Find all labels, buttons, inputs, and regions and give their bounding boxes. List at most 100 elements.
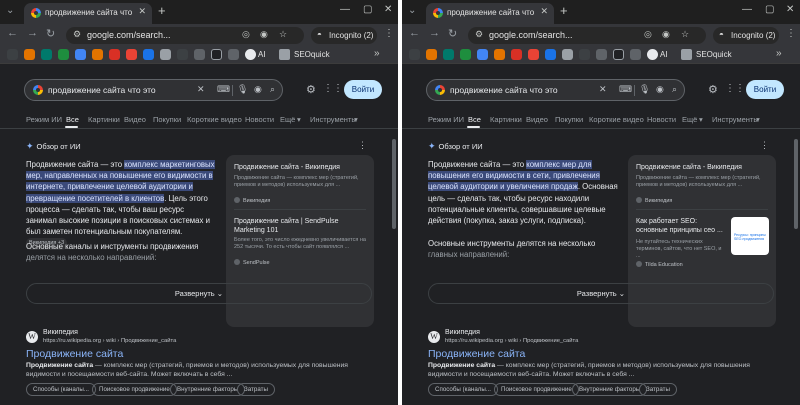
forward-icon[interactable]: → (27, 27, 38, 39)
keyboard-icon[interactable]: ⌨ (217, 84, 230, 95)
browser-tab[interactable]: продвижение сайта что это ✕ (426, 3, 554, 24)
keyboard-icon[interactable]: ⌨ (619, 84, 632, 95)
bookmark-icon[interactable] (109, 49, 120, 60)
result-url[interactable]: https://ru.wikipedia.org › wiki › Продви… (445, 338, 578, 344)
sign-in-button[interactable]: Войти (344, 80, 382, 99)
back-icon[interactable]: ← (409, 27, 420, 39)
bookmark-icon[interactable] (409, 49, 420, 60)
maximize-icon[interactable]: ▢ (765, 4, 774, 15)
incognito-badge[interactable]: ◓ Incognito (2) (311, 27, 377, 44)
close-window-icon[interactable]: ✕ (384, 4, 392, 15)
search-query[interactable]: продвижение сайта что это (450, 85, 558, 95)
bookmark-icon[interactable] (126, 49, 137, 60)
bookmark-icon[interactable] (477, 49, 488, 60)
bookmark-icon[interactable] (194, 49, 205, 60)
sitelink-pill[interactable]: Поисковое продвижение (92, 383, 177, 396)
tab-news[interactable]: Новости (245, 115, 274, 124)
sign-in-button[interactable]: Войти (746, 80, 784, 99)
reload-icon[interactable]: ↻ (46, 27, 55, 40)
tab-video[interactable]: Видео (526, 115, 548, 124)
mic-icon[interactable]: 🎙 (639, 84, 650, 95)
sitelink-pill[interactable]: Способы (каналы... (428, 383, 498, 396)
bookmark-icon[interactable] (160, 49, 171, 60)
forward-icon[interactable]: → (429, 27, 440, 39)
tab-video[interactable]: Видео (124, 115, 146, 124)
search-query[interactable]: продвижение сайта что это (48, 85, 156, 95)
bookmark-star-icon[interactable]: ☆ (681, 29, 689, 40)
bookmark-icon[interactable] (92, 49, 103, 60)
bookmark-seoquick[interactable]: SEOquick (696, 50, 732, 59)
bookmark-icon[interactable] (579, 49, 590, 60)
bookmark-icon[interactable] (630, 49, 641, 60)
sitelink-pill[interactable]: Затраты (639, 383, 677, 396)
bookmark-icon[interactable] (596, 49, 607, 60)
tab-search-icon[interactable]: ⌄ (6, 5, 14, 16)
more-bookmarks-icon[interactable]: » (374, 48, 380, 59)
sitelink-pill[interactable]: Внутренние факторы (572, 383, 648, 396)
minimize-icon[interactable]: — (742, 4, 752, 15)
address-bar[interactable]: ⚙ google.com/search... ◎ ◉ ☆ (66, 27, 304, 44)
source-card-title[interactable]: Как работает SEO: основные принципы сео … (636, 217, 726, 235)
close-tab-icon[interactable]: ✕ (540, 6, 548, 17)
bookmark-icon[interactable] (528, 49, 539, 60)
google-bookmark-icon[interactable] (245, 49, 256, 60)
back-icon[interactable]: ← (7, 27, 18, 39)
expand-button[interactable]: Развернуть ⌄ (26, 283, 372, 304)
bookmark-icon[interactable] (211, 49, 222, 60)
new-tab-icon[interactable]: + (158, 3, 166, 18)
tracking-off-icon[interactable]: ◎ (242, 29, 250, 40)
address-bar[interactable]: ⚙ google.com/search... ◎ ◉ ☆ (468, 27, 706, 44)
new-tab-icon[interactable]: + (560, 3, 568, 18)
settings-gear-icon[interactable]: ⚙ (708, 83, 718, 96)
tab-all[interactable]: Все (66, 115, 79, 124)
settings-gear-icon[interactable]: ⚙ (306, 83, 316, 96)
result-site-name[interactable]: Википедия (43, 329, 78, 336)
bookmark-seoquick[interactable]: SEOquick (294, 50, 330, 59)
result-title-link[interactable]: Продвижение сайта (26, 348, 123, 360)
source-card-title[interactable]: Продвижение сайта - Википедия (636, 164, 742, 171)
sitelink-pill[interactable]: Внутренние факторы (170, 383, 246, 396)
close-tab-icon[interactable]: ✕ (138, 6, 146, 17)
search-box[interactable]: продвижение сайта что это ✕ ⌨ 🎙 ◉ ⌕ (426, 79, 685, 101)
more-bookmarks-icon[interactable]: » (776, 48, 782, 59)
clear-icon[interactable]: ✕ (197, 84, 205, 95)
tab-ai-mode[interactable]: Режим ИИ (428, 115, 464, 124)
minimize-icon[interactable]: — (340, 4, 350, 15)
tab-search-icon[interactable]: ⌄ (408, 5, 416, 16)
bookmark-icon[interactable] (177, 49, 188, 60)
scrollbar[interactable] (794, 139, 798, 229)
mic-icon[interactable]: 🎙 (237, 84, 248, 95)
browser-menu-icon[interactable]: ⋮ (384, 28, 394, 39)
tab-images[interactable]: Картинки (490, 115, 522, 124)
tab-tools[interactable]: Инструменты (712, 115, 759, 124)
result-site-name[interactable]: Википедия (445, 329, 480, 336)
bookmark-icon[interactable] (443, 49, 454, 60)
sitelink-pill[interactable]: Поисковое продвижение (494, 383, 579, 396)
clear-icon[interactable]: ✕ (599, 84, 607, 95)
lens-icon[interactable]: ◉ (662, 29, 670, 40)
incognito-badge[interactable]: ◓ Incognito (2) (713, 27, 779, 44)
result-url[interactable]: https://ru.wikipedia.org › wiki › Продви… (43, 338, 176, 344)
bookmark-icon[interactable] (24, 49, 35, 60)
bookmark-icon[interactable] (41, 49, 52, 60)
bookmark-icon[interactable] (562, 49, 573, 60)
reload-icon[interactable]: ↻ (448, 27, 457, 40)
tab-ai-mode[interactable]: Режим ИИ (26, 115, 62, 124)
bookmark-icon[interactable] (58, 49, 69, 60)
tab-shopping[interactable]: Покупки (153, 115, 181, 124)
browser-menu-icon[interactable]: ⋮ (786, 28, 796, 39)
tab-news[interactable]: Новости (647, 115, 676, 124)
google-bookmark-icon[interactable] (647, 49, 658, 60)
tab-all[interactable]: Все (468, 115, 481, 124)
expand-button[interactable]: Развернуть ⌄ (428, 283, 774, 304)
sitelink-pill[interactable]: Затраты (237, 383, 275, 396)
browser-tab[interactable]: продвижение сайта что это ✕ (24, 3, 152, 24)
site-info-icon[interactable]: ⚙ (475, 29, 483, 40)
bookmark-icon[interactable] (494, 49, 505, 60)
apps-grid-icon[interactable]: ⋮⋮ (725, 83, 745, 94)
search-icon[interactable]: ⌕ (672, 84, 677, 95)
bookmark-icon[interactable] (75, 49, 86, 60)
bookmark-icon[interactable] (613, 49, 624, 60)
scrollbar[interactable] (392, 139, 396, 229)
lens-camera-icon[interactable]: ◉ (656, 84, 664, 95)
